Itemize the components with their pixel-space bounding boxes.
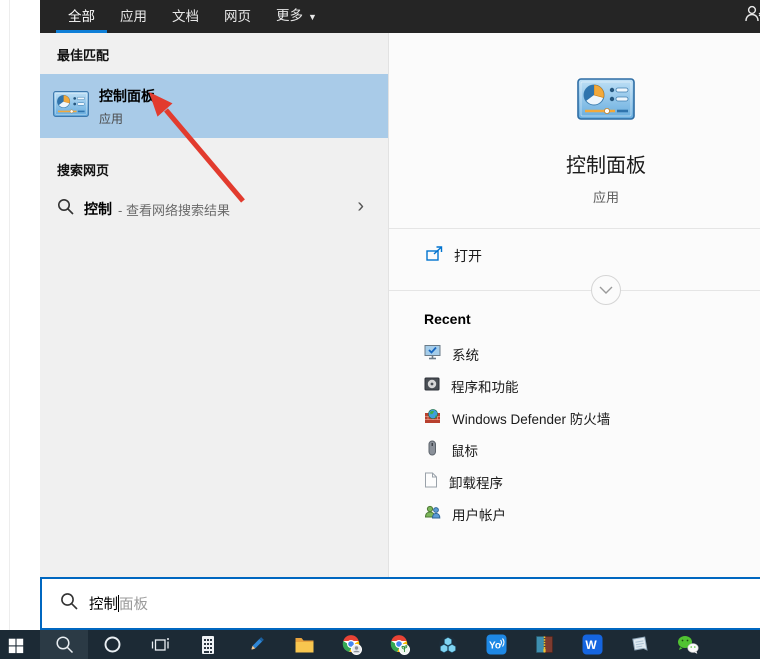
recent-item-user-accounts[interactable]: 用户帐户 xyxy=(389,498,760,530)
recent-item-programs[interactable]: 程序和功能 xyxy=(389,370,760,402)
system-monitor-icon xyxy=(424,344,441,365)
filter-tabs: 全部 应用 文档 网页 更多▼ xyxy=(40,0,760,33)
search-suggestion-text: 面板 xyxy=(119,593,148,614)
winrar-icon[interactable] xyxy=(520,630,568,659)
recent-item-system[interactable]: 系统 xyxy=(389,338,760,370)
control-panel-icon xyxy=(577,78,635,125)
search-typed-text: 控制 xyxy=(89,593,118,614)
windows-start-icon[interactable] xyxy=(0,630,40,659)
calculator-icon[interactable] xyxy=(184,630,232,659)
open-external-icon xyxy=(426,246,443,267)
search-input[interactable]: 控制 面板 xyxy=(40,577,760,630)
recent-item-firewall[interactable]: Windows Defender 防火墙 xyxy=(389,402,760,434)
yo-app-icon[interactable]: Yo xyxy=(472,630,520,659)
wechat-icon[interactable] xyxy=(664,630,712,659)
taskbar-search-icon[interactable] xyxy=(40,630,88,659)
uninstall-document-icon xyxy=(424,472,438,493)
divider xyxy=(389,228,760,229)
svg-text:W: W xyxy=(585,638,597,652)
tab-all[interactable]: 全部 xyxy=(68,0,95,33)
chevron-right-icon[interactable]: › xyxy=(357,195,364,218)
search-icon xyxy=(60,592,78,615)
cortana-icon[interactable] xyxy=(88,630,136,659)
expand-button[interactable] xyxy=(591,275,621,305)
tab-apps[interactable]: 应用 xyxy=(120,0,147,33)
chrome-profile2-icon[interactable] xyxy=(376,630,424,659)
chrome-profile1-icon[interactable] xyxy=(328,630,376,659)
preview-subtitle: 应用 xyxy=(389,187,760,206)
recent-item-mouse[interactable]: 鼠标 xyxy=(389,434,760,466)
wps-office-icon[interactable]: W xyxy=(568,630,616,659)
notepad-icon[interactable] xyxy=(616,630,664,659)
task-view-icon[interactable] xyxy=(136,630,184,659)
best-match-header: 最佳匹配 xyxy=(40,33,388,64)
web-suggestion-row[interactable]: 控制 - 查看网络搜索结果 › xyxy=(40,189,388,229)
tab-web[interactable]: 网页 xyxy=(224,0,251,33)
search-filter-bar: 全部 应用 文档 网页 更多▼ xyxy=(40,0,760,33)
user-accounts-icon xyxy=(424,504,441,525)
background-window xyxy=(0,0,40,630)
taskbar: Yo W xyxy=(0,630,760,659)
pencil-app-icon[interactable] xyxy=(232,630,280,659)
file-explorer-icon[interactable] xyxy=(280,630,328,659)
result-control-panel[interactable]: 控制面板 应用 xyxy=(40,74,388,138)
web-hint: - 查看网络搜索结果 xyxy=(118,200,230,219)
recent-header: Recent xyxy=(424,311,471,327)
result-subtitle: 应用 xyxy=(99,110,155,127)
programs-features-icon xyxy=(424,376,440,397)
chevron-down-icon: ▼ xyxy=(308,12,317,22)
recent-item-uninstall[interactable]: 卸载程序 xyxy=(389,466,760,498)
divider xyxy=(389,290,760,291)
preview-panel: 控制面板 应用 打开 Recent xyxy=(388,33,760,577)
open-label: 打开 xyxy=(454,246,482,266)
svg-text:Yo: Yo xyxy=(489,641,501,652)
control-panel-icon xyxy=(53,91,89,122)
recent-list: 系统 程序和功能 xyxy=(389,338,760,530)
chevron-down-icon xyxy=(599,286,613,294)
defender-firewall-icon xyxy=(424,408,441,429)
mouse-icon xyxy=(424,440,440,461)
open-command[interactable]: 打开 xyxy=(389,238,482,274)
search-flyout: 全部 应用 文档 网页 更多▼ 最佳匹配 控制面板 应用 搜索网页 xyxy=(40,0,760,630)
tab-documents[interactable]: 文档 xyxy=(172,0,199,33)
result-title: 控制面板 xyxy=(99,86,155,106)
preview-block: 控制面板 应用 xyxy=(389,33,760,206)
tab-more[interactable]: 更多▼ xyxy=(276,0,317,34)
search-icon xyxy=(57,198,74,220)
preview-title: 控制面板 xyxy=(389,149,760,178)
web-search-header: 搜索网页 xyxy=(40,148,388,179)
account-icon[interactable] xyxy=(743,4,760,24)
results-panel: 最佳匹配 控制面板 应用 搜索网页 控制 - 查看网络搜索结果 › xyxy=(40,33,388,577)
hexagon-app-icon[interactable] xyxy=(424,630,472,659)
web-query: 控制 xyxy=(84,199,112,219)
